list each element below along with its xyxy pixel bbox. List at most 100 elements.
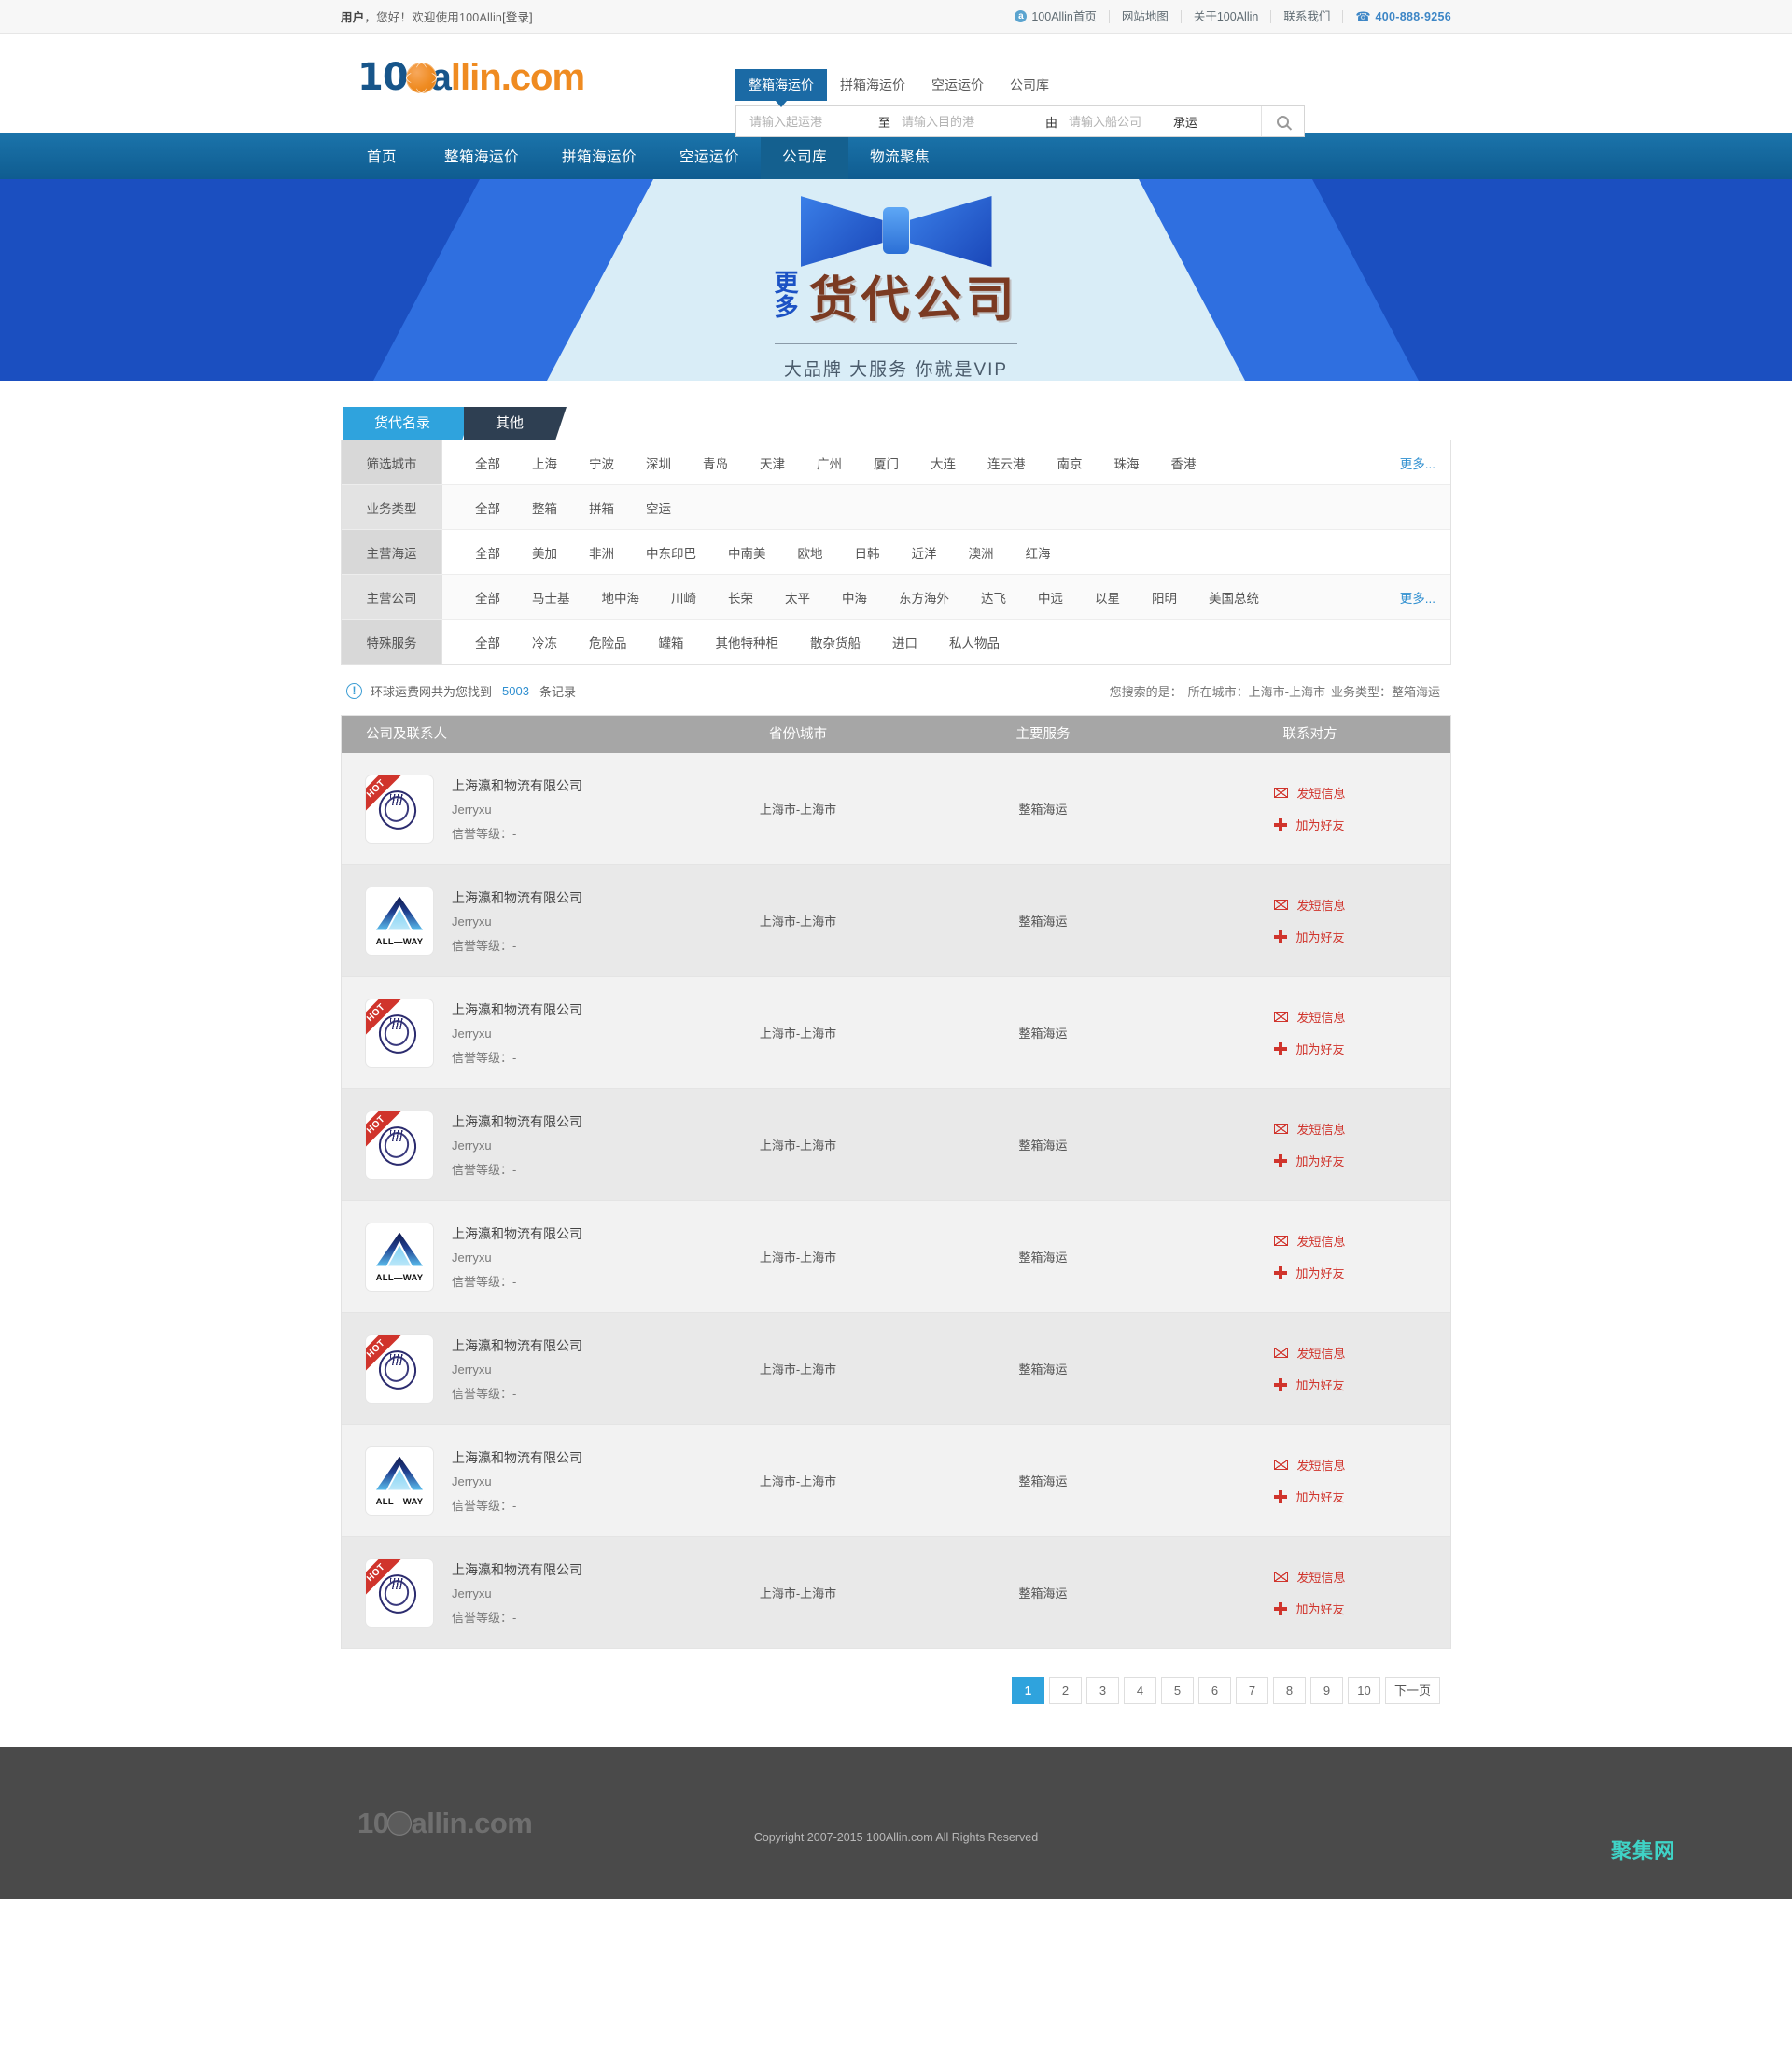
company-logo[interactable]: HOT <box>366 1111 433 1179</box>
filter-option[interactable]: 私人物品 <box>933 629 1015 655</box>
send-message-button[interactable]: 发短信息 <box>1274 1232 1346 1250</box>
filter-option[interactable]: 香港 <box>1155 450 1212 476</box>
company-logo[interactable]: ALL—WAY <box>366 887 433 955</box>
page-button-10[interactable]: 10 <box>1347 1677 1380 1704</box>
search-tab-company[interactable]: 公司库 <box>997 69 1062 101</box>
company-name[interactable]: 上海瀛和物流有限公司 <box>452 1224 582 1243</box>
company-name[interactable]: 上海瀛和物流有限公司 <box>452 1448 582 1467</box>
filter-option[interactable]: 日韩 <box>839 539 896 566</box>
table-row[interactable]: HOT 上海瀛和物流有限公司 Jerryxu 信誉等级：- 上海市-上海市 整箱海运 发短信… <box>342 1313 1450 1425</box>
nav-item-air[interactable]: 空运运价 <box>658 133 761 179</box>
destination-port-input[interactable] <box>894 106 1043 136</box>
filter-option[interactable]: 上海 <box>516 450 573 476</box>
send-message-button[interactable]: 发短信息 <box>1274 1344 1346 1362</box>
send-message-button[interactable]: 发短信息 <box>1274 784 1346 802</box>
filter-option[interactable]: 冷冻 <box>516 629 573 655</box>
page-button-7[interactable]: 7 <box>1235 1677 1268 1704</box>
filter-option[interactable]: 非洲 <box>573 539 630 566</box>
search-submit-button[interactable] <box>1261 106 1304 136</box>
top-link-sitemap[interactable]: 网站地图 <box>1110 9 1182 23</box>
nav-item-company-library[interactable]: 公司库 <box>761 133 849 179</box>
filter-option[interactable]: 全部 <box>459 629 516 655</box>
filter-option[interactable]: 宁波 <box>573 450 630 476</box>
filter-option[interactable]: 连云港 <box>972 450 1042 476</box>
send-message-button[interactable]: 发短信息 <box>1274 1456 1346 1474</box>
top-link-home[interactable]: a 100Allin首页 <box>1002 9 1110 23</box>
filter-option[interactable]: 地中海 <box>586 584 656 610</box>
nav-item-fcl[interactable]: 整箱海运价 <box>423 133 540 179</box>
company-name[interactable]: 上海瀛和物流有限公司 <box>452 1000 582 1019</box>
filter-option[interactable]: 空运 <box>630 495 687 521</box>
top-link-contact[interactable]: 联系我们 <box>1271 9 1344 23</box>
filter-option[interactable]: 太平 <box>769 584 826 610</box>
page-button-2[interactable]: 2 <box>1048 1677 1082 1704</box>
filter-option[interactable]: 美加 <box>516 539 573 566</box>
nav-item-home[interactable]: 首页 <box>341 133 423 179</box>
origin-port-input[interactable] <box>736 106 875 136</box>
page-button-1[interactable]: 1 <box>1011 1677 1044 1704</box>
page-button-3[interactable]: 3 <box>1085 1677 1119 1704</box>
filter-option[interactable]: 广州 <box>801 450 858 476</box>
table-row[interactable]: ALL—WAY 上海瀛和物流有限公司 Jerryxu 信誉等级：- 上海市-上海市 整箱海… <box>342 1201 1450 1313</box>
login-link[interactable]: [登录] <box>502 7 533 25</box>
filter-option[interactable]: 厦门 <box>858 450 915 476</box>
filter-option[interactable]: 中远 <box>1022 584 1079 610</box>
filter-option[interactable]: 马士基 <box>516 584 586 610</box>
company-name[interactable]: 上海瀛和物流有限公司 <box>452 1560 582 1579</box>
filter-option[interactable]: 散杂货船 <box>794 629 876 655</box>
company-logo[interactable]: HOT <box>366 1558 433 1627</box>
table-row[interactable]: ALL—WAY 上海瀛和物流有限公司 Jerryxu 信誉等级：- 上海市-上海市 整箱海… <box>342 1425 1450 1537</box>
filter-option[interactable]: 全部 <box>459 495 516 521</box>
add-friend-button[interactable]: 加为好友 <box>1274 1376 1345 1393</box>
filter-more-link[interactable]: 更多... <box>1384 584 1439 610</box>
filter-option[interactable]: 进口 <box>876 629 933 655</box>
filter-option[interactable]: 全部 <box>459 584 516 610</box>
company-name[interactable]: 上海瀛和物流有限公司 <box>452 888 582 907</box>
page-button-5[interactable]: 5 <box>1160 1677 1194 1704</box>
search-tab-lcl[interactable]: 拼箱海运价 <box>827 69 918 101</box>
filter-option[interactable]: 罐箱 <box>643 629 700 655</box>
company-name[interactable]: 上海瀛和物流有限公司 <box>452 776 582 795</box>
nav-item-lcl[interactable]: 拼箱海运价 <box>540 133 658 179</box>
filter-option[interactable]: 红海 <box>1010 539 1067 566</box>
filter-option[interactable]: 青岛 <box>687 450 744 476</box>
table-row[interactable]: HOT 上海瀛和物流有限公司 Jerryxu 信誉等级：- 上海市-上海市 整箱海运 发短信… <box>342 977 1450 1089</box>
filter-option[interactable]: 拼箱 <box>573 495 630 521</box>
add-friend-button[interactable]: 加为好友 <box>1274 1152 1345 1169</box>
page-button-6[interactable]: 6 <box>1197 1677 1231 1704</box>
filter-option[interactable]: 危险品 <box>573 629 643 655</box>
table-row[interactable]: HOT 上海瀛和物流有限公司 Jerryxu 信誉等级：- 上海市-上海市 整箱海运 发短信… <box>342 753 1450 865</box>
table-row[interactable]: ALL—WAY 上海瀛和物流有限公司 Jerryxu 信誉等级：- 上海市-上海市 整箱海… <box>342 865 1450 977</box>
filter-option[interactable]: 深圳 <box>630 450 687 476</box>
page-button-8[interactable]: 8 <box>1272 1677 1306 1704</box>
add-friend-button[interactable]: 加为好友 <box>1274 816 1345 833</box>
filter-more-link[interactable]: 更多... <box>1384 450 1439 476</box>
filter-option[interactable]: 达飞 <box>965 584 1022 610</box>
filter-option[interactable]: 南京 <box>1042 450 1099 476</box>
company-logo[interactable]: HOT <box>366 1334 433 1403</box>
filter-option[interactable]: 阳明 <box>1136 584 1193 610</box>
company-logo[interactable]: ALL—WAY <box>366 1446 433 1515</box>
add-friend-button[interactable]: 加为好友 <box>1274 1264 1345 1281</box>
send-message-button[interactable]: 发短信息 <box>1274 1008 1346 1026</box>
filter-option[interactable]: 近洋 <box>896 539 953 566</box>
filter-option[interactable]: 中东印巴 <box>630 539 712 566</box>
company-logo[interactable]: HOT <box>366 999 433 1067</box>
send-message-button[interactable]: 发短信息 <box>1274 1568 1346 1586</box>
top-link-about[interactable]: 关于100Allin <box>1182 9 1272 23</box>
filter-option[interactable]: 欧地 <box>782 539 839 566</box>
company-name[interactable]: 上海瀛和物流有限公司 <box>452 1336 582 1355</box>
search-tab-fcl[interactable]: 整箱海运价 <box>735 69 827 107</box>
page-button-9[interactable]: 9 <box>1309 1677 1343 1704</box>
carrier-input[interactable] <box>1061 106 1170 136</box>
filter-option[interactable]: 东方海外 <box>883 584 965 610</box>
send-message-button[interactable]: 发短信息 <box>1274 896 1346 914</box>
filter-option[interactable]: 中南美 <box>712 539 782 566</box>
filter-option[interactable]: 澳洲 <box>953 539 1010 566</box>
nav-item-logistics-focus[interactable]: 物流聚焦 <box>848 133 951 179</box>
next-page-button[interactable]: 下一页 <box>1384 1677 1440 1704</box>
site-logo[interactable]: 10 a llin.com <box>357 56 585 99</box>
add-friend-button[interactable]: 加为好友 <box>1274 928 1345 945</box>
filter-option[interactable]: 川崎 <box>655 584 712 610</box>
table-row[interactable]: HOT 上海瀛和物流有限公司 Jerryxu 信誉等级：- 上海市-上海市 整箱海运 发短信… <box>342 1089 1450 1201</box>
